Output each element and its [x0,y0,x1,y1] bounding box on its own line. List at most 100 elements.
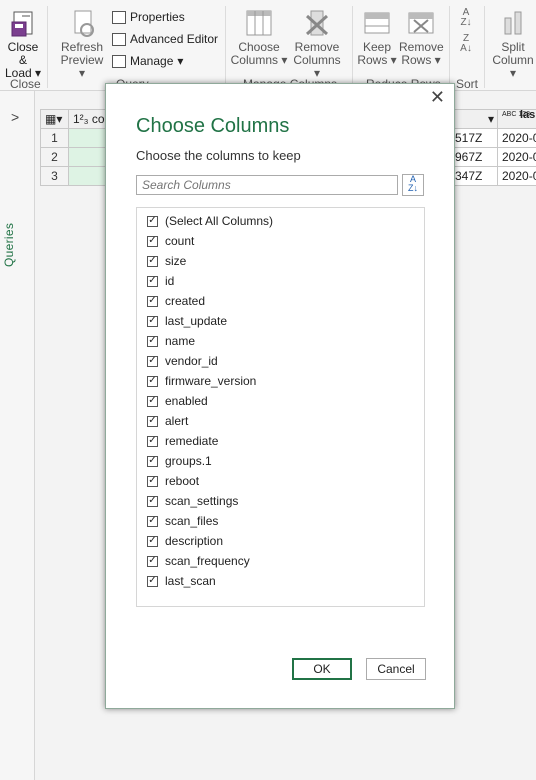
column-checkbox-item[interactable]: ✓ alert [147,411,188,431]
column-checkbox-item[interactable]: ✓ size [147,251,186,271]
column-checkbox-label: groups.1 [165,454,212,468]
table-menu-icon[interactable]: ▦▾ [40,109,69,129]
split-column-label2: Column ▾ [492,53,534,80]
divider [484,6,485,88]
column-checkbox-label: firmware_version [165,374,257,388]
column-checkbox-item[interactable]: ✓ remediate [147,431,218,451]
column-type-icon: ABC 123 [502,111,531,118]
column-checkbox-item[interactable]: ✓ scan_files [147,511,218,531]
column-checkbox-label: scan_frequency [165,554,250,568]
column-checkbox-label: alert [165,414,189,428]
split-column-label2-text: Column [492,53,534,67]
column-checkbox-item[interactable]: ✓ reboot [147,471,199,491]
column-checkbox-label: enabled [165,394,208,408]
manage-button[interactable]: Manage ▾ [112,52,183,70]
properties-button[interactable]: Properties [112,8,185,26]
divider [352,6,353,88]
checkbox-checked-icon[interactable]: ✓ [147,235,158,247]
row-number: 3 [40,166,69,186]
sort-az-button[interactable]: A Z↓ [402,174,424,196]
checkbox-checked-icon[interactable]: ✓ [147,375,158,387]
column-checkbox-item[interactable]: ✓ last_update [147,311,227,331]
table-cell[interactable]: 347Z [450,166,498,186]
dialog-subtitle: Choose the columns to keep [136,148,301,163]
choose-columns-label2-text: Columns [230,53,278,67]
column-checkbox-item[interactable]: ✓ firmware_version [147,371,256,391]
column-checkbox-item[interactable]: ✓ vendor_id [147,351,218,371]
column-checkbox-label: remediate [165,434,219,448]
column-checkbox-label: (Select All Columns) [165,214,274,228]
column-checkbox-item[interactable]: ✓ scan_frequency [147,551,250,571]
filter-dropdown-icon[interactable]: ▾ [488,110,494,128]
split-column-button[interactable]: Split Column ▾ [489,4,536,80]
column-header-last[interactable]: ABC 123las [497,109,536,129]
queries-pane-label[interactable]: Queries [2,223,16,267]
checkbox-checked-icon[interactable]: ✓ [147,355,158,367]
choose-columns-label2: Columns ▾ [230,53,288,67]
column-type-icon: 1²₃ [73,112,89,126]
column-checkbox-item[interactable]: ✓ description [147,531,223,551]
column-checkbox-item[interactable]: ✓ scan_settings [147,491,238,511]
column-checkbox-item[interactable]: ✓ enabled [147,391,208,411]
refresh-icon [67,8,97,38]
keep-rows-label2-text: Rows [357,53,388,67]
remove-rows-button[interactable]: Remove Rows ▾ [399,4,444,67]
cancel-button[interactable]: Cancel [366,658,426,680]
checkbox-checked-icon[interactable]: ✓ [147,255,158,267]
checkbox-checked-icon[interactable]: ✓ [147,515,158,527]
remove-columns-button[interactable]: Remove Columns ▾ [289,4,345,80]
checkbox-checked-icon[interactable]: ✓ [147,215,158,227]
column-checkbox-item[interactable]: ✓ groups.1 [147,451,212,471]
column-checkbox-label: name [165,334,196,348]
chevron-right-icon[interactable]: > [11,109,19,125]
column-checkbox-item[interactable]: ✓ created [147,291,205,311]
checkbox-checked-icon[interactable]: ✓ [147,555,158,567]
properties-label: Properties [130,10,185,24]
divider [225,6,226,88]
column-header-partial[interactable]: ▾ [450,109,498,129]
checkbox-checked-icon[interactable]: ✓ [147,435,158,447]
checkbox-checked-icon[interactable]: ✓ [147,275,158,287]
checkbox-checked-icon[interactable]: ✓ [147,315,158,327]
remove-columns-label2-text: Columns [293,53,341,67]
checkbox-checked-icon[interactable]: ✓ [147,475,158,487]
group-sort-label: Sort [456,77,479,91]
checkbox-checked-icon[interactable]: ✓ [147,295,158,307]
column-checkbox-label: reboot [165,474,200,488]
table-cell[interactable]: 2020-0 [497,147,536,167]
remove-rows-icon [406,8,436,38]
search-columns-input[interactable] [136,175,398,195]
keep-rows-button[interactable]: Keep Rows ▾ [356,4,398,67]
queries-pane: > Queries [0,91,35,780]
column-checkbox-item[interactable]: ✓ count [147,231,194,251]
choose-columns-button[interactable]: Choose Columns ▾ [230,4,288,67]
advanced-editor-button[interactable]: Advanced Editor [112,30,218,48]
checkbox-checked-icon[interactable]: ✓ [147,395,158,407]
sort-ascending-icon[interactable]: A Z↓ [455,8,477,28]
refresh-preview-button[interactable]: Refresh Preview ▾ [56,4,108,80]
checkbox-checked-icon[interactable]: ✓ [147,455,158,467]
column-checkbox-item[interactable]: ✓ last_scan [147,571,216,591]
divider [449,6,450,88]
table-cell[interactable]: 2020-0 [497,166,536,186]
close-and-load-label1: Close & [7,40,39,67]
checkbox-checked-icon[interactable]: ✓ [147,535,158,547]
ok-button[interactable]: OK [292,658,352,680]
close-icon[interactable]: ✕ [430,88,445,106]
sort-buttons[interactable]: A Z↓ Z A↓ [455,4,477,54]
checkbox-checked-icon[interactable]: ✓ [147,495,158,507]
column-checkbox-item[interactable]: ✓ id [147,271,174,291]
column-checkbox-item[interactable]: ✓ (Select All Columns) [147,211,273,231]
remove-rows-label2-text: Rows [401,53,432,67]
column-checkbox-item[interactable]: ✓ name [147,331,195,351]
checkbox-checked-icon[interactable]: ✓ [147,335,158,347]
table-cell[interactable]: 2020-0 [497,128,536,148]
refresh-label2: Preview ▾ [60,53,104,80]
table-cell[interactable]: 517Z [450,128,498,148]
keep-rows-icon [362,8,392,38]
checkbox-checked-icon[interactable]: ✓ [147,415,158,427]
table-cell[interactable]: 967Z [450,147,498,167]
sort-descending-icon[interactable]: Z A↓ [455,34,477,54]
close-and-load-button[interactable]: Close & Load ▾ [2,4,44,80]
checkbox-checked-icon[interactable]: ✓ [147,575,158,587]
